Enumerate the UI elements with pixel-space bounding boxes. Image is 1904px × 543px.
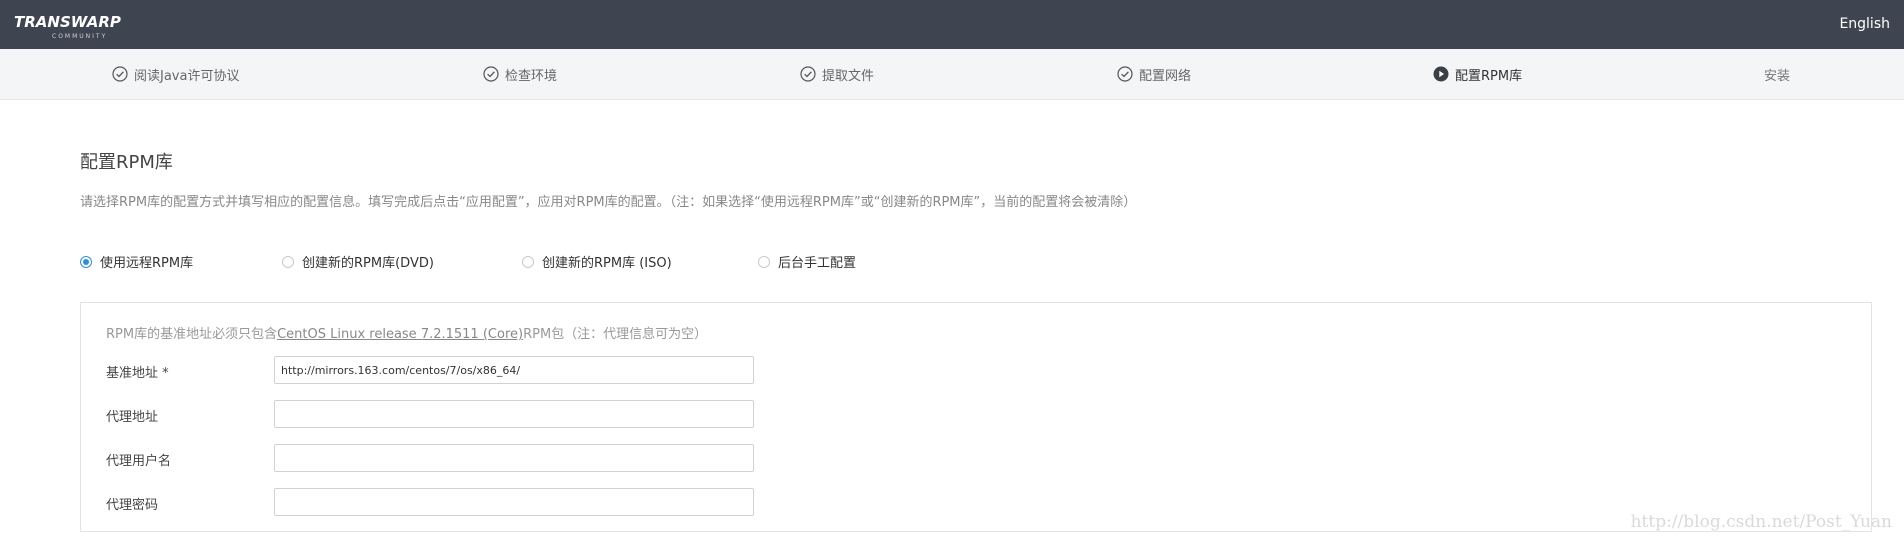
note-prefix: RPM库的基准地址必须只包含 <box>106 327 278 342</box>
transwarp-logo: TRANSWARP COMMUNITY <box>14 13 121 40</box>
radio-dot[interactable] <box>522 255 534 268</box>
radio-manual-config[interactable]: 后台手工配置 <box>758 252 856 271</box>
page-title: 配置RPM库 <box>80 152 173 173</box>
proxy-password-row: 代理密码 <box>106 488 806 516</box>
check-circle-icon <box>800 66 816 82</box>
form-note: RPM库的基准地址必须只包含CentOS Linux release 7.2.1… <box>106 323 707 342</box>
step-java-license: 阅读Java许可协议 <box>112 65 240 84</box>
step-label: 提取文件 <box>822 68 875 84</box>
watermark: http://blog.csdn.net/Post_Yuan <box>1630 512 1892 532</box>
proxy-password-input[interactable] <box>274 488 754 516</box>
centos-release-link[interactable]: CentOS Linux release 7.2.1511 (Core) <box>277 327 523 342</box>
step-label: 阅读Java许可协议 <box>134 68 240 84</box>
check-circle-icon <box>483 66 499 82</box>
check-circle-icon <box>1117 66 1133 82</box>
step-install: 安装 <box>1764 65 1791 84</box>
radio-dot[interactable] <box>758 255 770 268</box>
step-label: 检查环境 <box>505 68 558 84</box>
proxy-address-input[interactable] <box>274 400 754 428</box>
proxy-username-input[interactable] <box>274 444 754 472</box>
radio-dot[interactable] <box>282 255 294 268</box>
step-label: 配置网络 <box>1139 68 1192 84</box>
base-url-row: 基准地址 * <box>106 356 806 384</box>
radio-dot[interactable] <box>80 255 92 268</box>
radio-label: 创建新的RPM库(DVD) <box>302 256 434 271</box>
play-circle-icon <box>1433 66 1449 82</box>
check-circle-icon <box>112 66 128 82</box>
radio-label: 使用远程RPM库 <box>100 256 194 271</box>
base-url-input[interactable] <box>274 356 754 384</box>
step-check-environment: 检查环境 <box>483 65 558 84</box>
top-navigation-bar: TRANSWARP COMMUNITY English <box>0 0 1904 49</box>
logo-text: TRANSWARP <box>14 13 121 31</box>
page-description: 请选择RPM库的配置方式并填写相应的配置信息。填写完成后点击“应用配置”，应用对… <box>80 195 1137 210</box>
radio-remote-rpm[interactable]: 使用远程RPM库 <box>80 252 193 271</box>
proxy-address-row: 代理地址 <box>106 400 806 428</box>
note-suffix: RPM包（注：代理信息可为空） <box>523 327 708 342</box>
proxy-username-label: 代理用户名 <box>106 454 172 469</box>
step-label: 安装 <box>1764 68 1791 84</box>
radio-new-rpm-dvd[interactable]: 创建新的RPM库(DVD) <box>282 252 434 271</box>
radio-label: 后台手工配置 <box>778 256 857 271</box>
proxy-password-label: 代理密码 <box>106 498 159 513</box>
base-url-label: 基准地址 * <box>106 366 169 381</box>
radio-label: 创建新的RPM库 (ISO) <box>542 256 672 271</box>
step-configure-network: 配置网络 <box>1117 65 1192 84</box>
radio-new-rpm-iso[interactable]: 创建新的RPM库 (ISO) <box>522 252 672 271</box>
proxy-username-row: 代理用户名 <box>106 444 806 472</box>
language-switch[interactable]: English <box>1839 16 1890 32</box>
remote-rpm-form: RPM库的基准地址必须只包含CentOS Linux release 7.2.1… <box>80 302 1872 532</box>
logo-subtext: COMMUNITY <box>52 33 107 40</box>
proxy-address-label: 代理地址 <box>106 410 159 425</box>
step-extract-files: 提取文件 <box>800 65 875 84</box>
wizard-steps: 阅读Java许可协议 检查环境 提取文件 配置网络 配置RPM库 安装 <box>0 49 1904 100</box>
step-configure-rpm: 配置RPM库 <box>1433 65 1523 84</box>
step-label: 配置RPM库 <box>1455 68 1523 84</box>
